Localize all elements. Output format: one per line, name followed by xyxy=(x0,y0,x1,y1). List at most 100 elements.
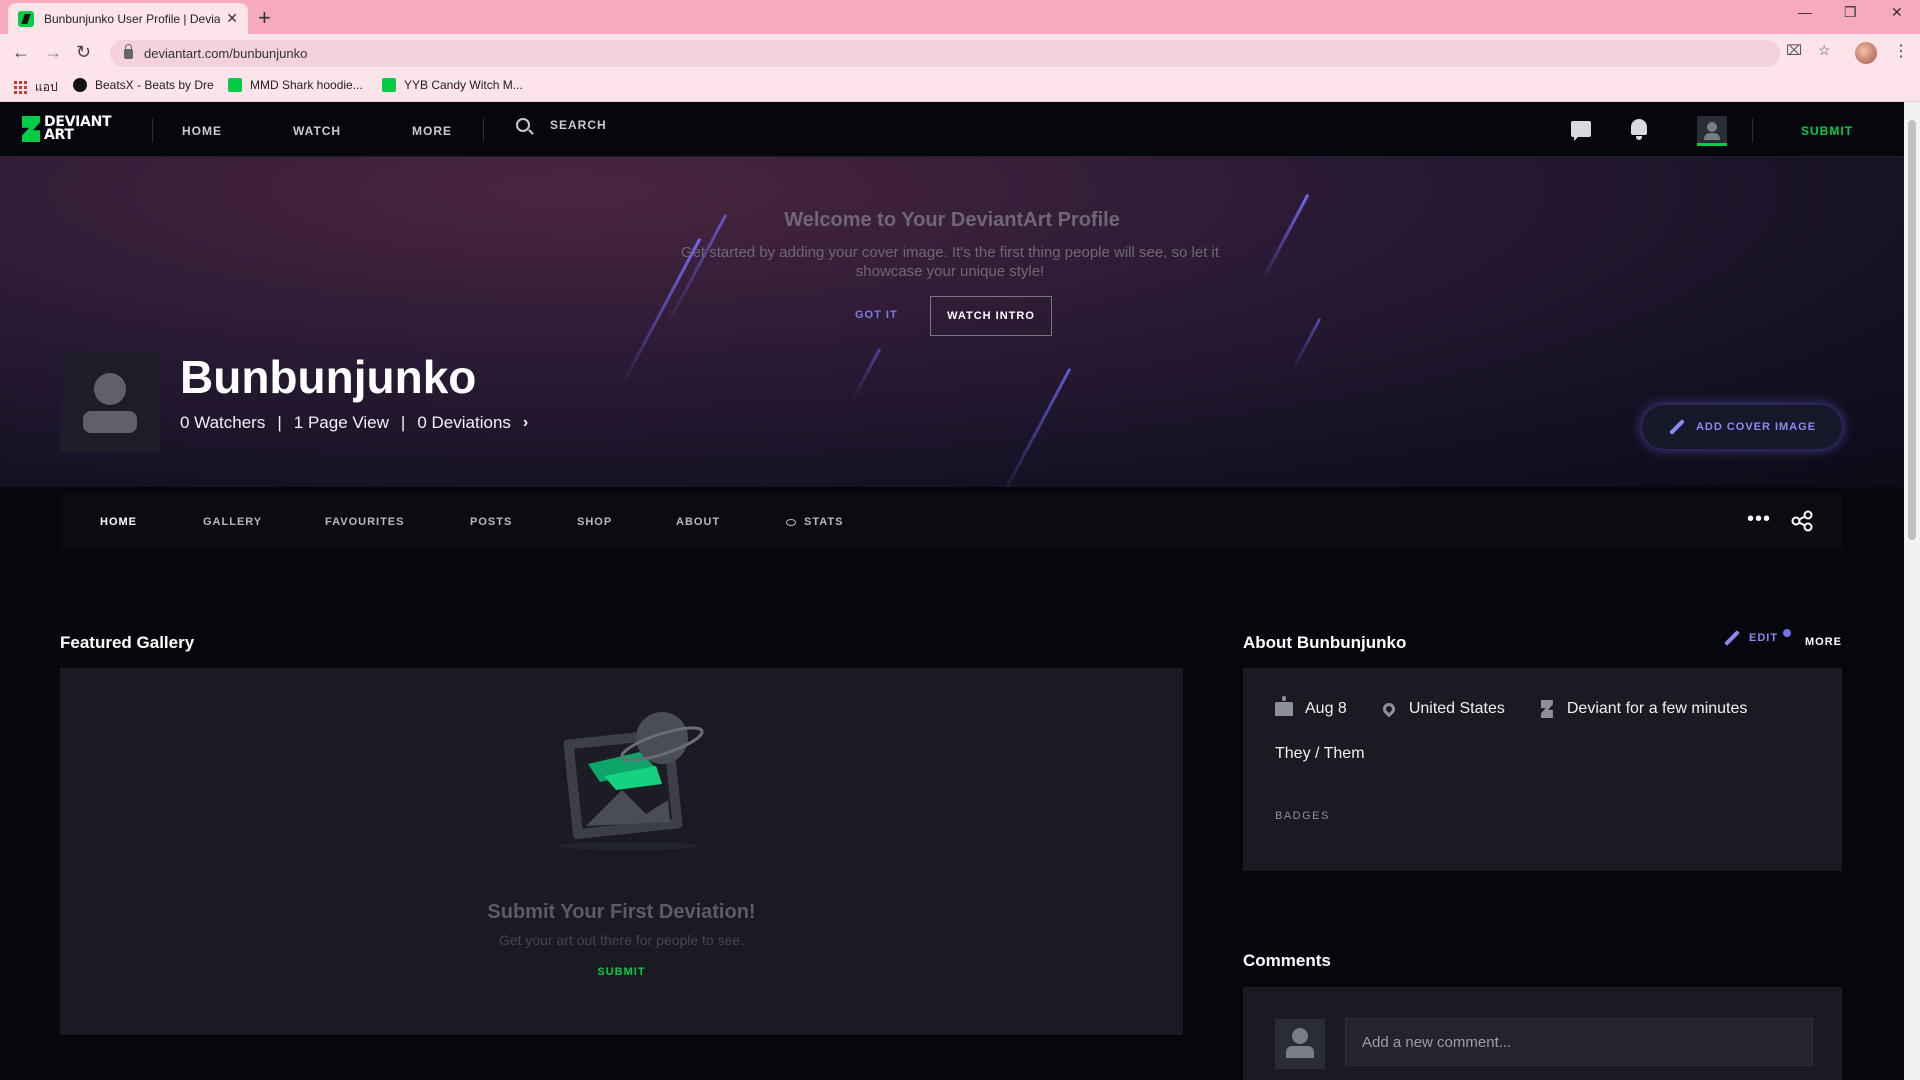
tab-favourites[interactable]: FAVOURITES xyxy=(325,516,404,528)
badges-label: BADGES xyxy=(1275,810,1330,822)
tab-shop[interactable]: SHOP xyxy=(577,516,612,528)
profile-avatar[interactable] xyxy=(60,353,160,453)
browser-profile-avatar[interactable] xyxy=(1855,42,1877,64)
bookmark-apps[interactable]: แอป xyxy=(14,78,58,97)
bookmark-candy-witch[interactable]: YYB Candy Witch M... xyxy=(382,78,523,92)
logo-text: DEVIANT ART xyxy=(44,114,112,143)
forward-icon[interactable]: → xyxy=(44,42,62,63)
comments-title: Comments xyxy=(1243,951,1331,970)
notifications-bell-icon[interactable] xyxy=(1631,119,1647,140)
about-edit-label: EDIT xyxy=(1749,632,1779,644)
pencil-icon xyxy=(1669,419,1685,435)
deviantart-favicon-icon xyxy=(382,78,396,92)
got-it-button[interactable]: GOT IT xyxy=(855,309,898,321)
divider xyxy=(152,118,153,142)
about-edit-button[interactable]: EDIT xyxy=(1723,630,1779,646)
deviantart-favicon-icon xyxy=(228,78,242,92)
watchers-count[interactable]: 0 Watchers xyxy=(180,413,265,433)
deviantart-icon xyxy=(1540,700,1553,718)
empty-gallery-illustration-icon xyxy=(560,712,704,850)
scrollbar-thumb[interactable] xyxy=(1908,120,1916,540)
decorative-streak xyxy=(1259,193,1310,284)
bookmarks-bar: แอป BeatsX - Beats by Dre MMD Shark hood… xyxy=(0,72,1920,102)
divider xyxy=(483,118,484,142)
profile-username: Bunbunjunko xyxy=(180,351,477,403)
lock-icon xyxy=(124,43,133,59)
site-header: DEVIANT ART HOME WATCH MORE SEARCH SUBMIT xyxy=(0,102,1904,157)
bookmark-beatsx[interactable]: BeatsX - Beats by Dre xyxy=(73,78,214,92)
url-text: deviantart.com/bunbunjunko xyxy=(144,46,308,61)
location-item: United States xyxy=(1380,700,1505,718)
member-since-text: Deviant for a few minutes xyxy=(1566,700,1748,717)
deviantart-logo[interactable]: DEVIANT ART xyxy=(22,114,112,143)
add-cover-label: ADD COVER IMAGE xyxy=(1695,421,1817,433)
decorative-streak xyxy=(1290,317,1322,373)
about-meta: Aug 8 United States Deviant for a few mi… xyxy=(1275,696,1783,718)
close-window-icon[interactable]: ✕ xyxy=(1891,4,1903,21)
deviations-count[interactable]: 0 Deviations xyxy=(417,413,511,433)
bookmark-label: MMD Shark hoodie... xyxy=(250,78,363,92)
deviantart-favicon-icon xyxy=(18,10,34,27)
empty-gallery-subtitle: Get your art out there for people to see… xyxy=(498,932,745,948)
address-bar[interactable]: deviantart.com/bunbunjunko xyxy=(110,40,1780,67)
tab-posts[interactable]: POSTS xyxy=(470,516,512,528)
search-label: SEARCH xyxy=(550,118,607,132)
notification-dot xyxy=(1783,629,1791,637)
comment-input[interactable] xyxy=(1345,1018,1813,1066)
eye-icon xyxy=(786,518,796,526)
page-scrollbar[interactable] xyxy=(1904,102,1920,1080)
tab-about[interactable]: ABOUT xyxy=(676,516,720,528)
deviantart-logo-icon xyxy=(22,116,40,142)
minimize-icon[interactable]: — xyxy=(1798,4,1812,20)
user-avatar-button[interactable] xyxy=(1697,116,1727,146)
add-cover-image-button[interactable]: ADD COVER IMAGE xyxy=(1642,405,1842,449)
profile-tabs: HOME GALLERY FAVOURITES POSTS SHOP ABOUT… xyxy=(60,494,1842,550)
location-text: United States xyxy=(1408,700,1505,717)
more-options-icon[interactable]: ••• xyxy=(1747,509,1771,529)
beats-icon xyxy=(73,78,87,92)
pencil-icon xyxy=(1724,630,1740,646)
page-views-count: 1 Page View xyxy=(293,413,389,432)
back-icon[interactable]: ← xyxy=(12,42,30,63)
pronouns-text: They / Them xyxy=(1275,745,1365,762)
tab-stats[interactable]: STATS xyxy=(786,516,843,528)
about-panel: Aug 8 United States Deviant for a few mi… xyxy=(1243,668,1842,871)
new-tab-icon[interactable]: + xyxy=(258,5,271,31)
site-search[interactable]: SEARCH xyxy=(516,118,607,132)
browser-tab[interactable]: Bunbunjunko User Profile | DeviantArt ✕ xyxy=(8,3,248,34)
decorative-streak xyxy=(998,367,1072,487)
tab-title: Bunbunjunko User Profile | DeviantArt xyxy=(44,11,221,26)
tab-home[interactable]: HOME xyxy=(100,516,137,528)
close-tab-icon[interactable]: ✕ xyxy=(226,10,238,27)
submit-button[interactable]: SUBMIT xyxy=(1801,124,1853,138)
reload-icon[interactable]: ↻ xyxy=(76,42,91,63)
bookmark-label: BeatsX - Beats by Dre xyxy=(95,78,214,92)
browser-toolbar: ← → ↻ deviantart.com/bunbunjunko ⌧ ☆ ⋮ xyxy=(0,34,1920,72)
featured-gallery-panel: Submit Your First Deviation! Get your ar… xyxy=(60,668,1183,1035)
birthday-item: Aug 8 xyxy=(1275,696,1347,718)
bookmark-label: แอป xyxy=(35,80,58,94)
browser-menu-icon[interactable]: ⋮ xyxy=(1893,41,1909,61)
about-title: About Bunbunjunko xyxy=(1243,633,1407,652)
tab-gallery[interactable]: GALLERY xyxy=(203,516,262,528)
member-since-item: Deviant for a few minutes xyxy=(1540,700,1748,718)
nav-more[interactable]: MORE xyxy=(412,124,452,138)
nav-home[interactable]: HOME xyxy=(182,124,222,138)
submit-link-label[interactable]: SUBMIT xyxy=(597,966,645,978)
about-more-button[interactable]: MORE xyxy=(1805,636,1842,648)
bookmark-star-icon[interactable]: ☆ xyxy=(1818,42,1831,59)
birthday-cake-icon xyxy=(1275,696,1293,716)
birthday-text: Aug 8 xyxy=(1305,700,1347,717)
nav-watch[interactable]: WATCH xyxy=(293,124,341,138)
translate-icon[interactable]: ⌧ xyxy=(1786,42,1802,59)
share-icon[interactable] xyxy=(1791,510,1813,532)
chevron-right-icon[interactable]: › xyxy=(523,414,528,432)
watch-intro-button[interactable]: WATCH INTRO xyxy=(930,296,1052,336)
profile-cover: Welcome to Your DeviantArt Profile Get s… xyxy=(0,157,1904,487)
restore-icon[interactable]: ❐ xyxy=(1844,4,1857,21)
notes-chat-icon[interactable] xyxy=(1571,121,1591,141)
decorative-streak xyxy=(850,347,882,403)
divider xyxy=(1752,118,1753,142)
separator: | xyxy=(400,413,406,432)
bookmark-shark-hoodie[interactable]: MMD Shark hoodie... xyxy=(228,78,363,92)
